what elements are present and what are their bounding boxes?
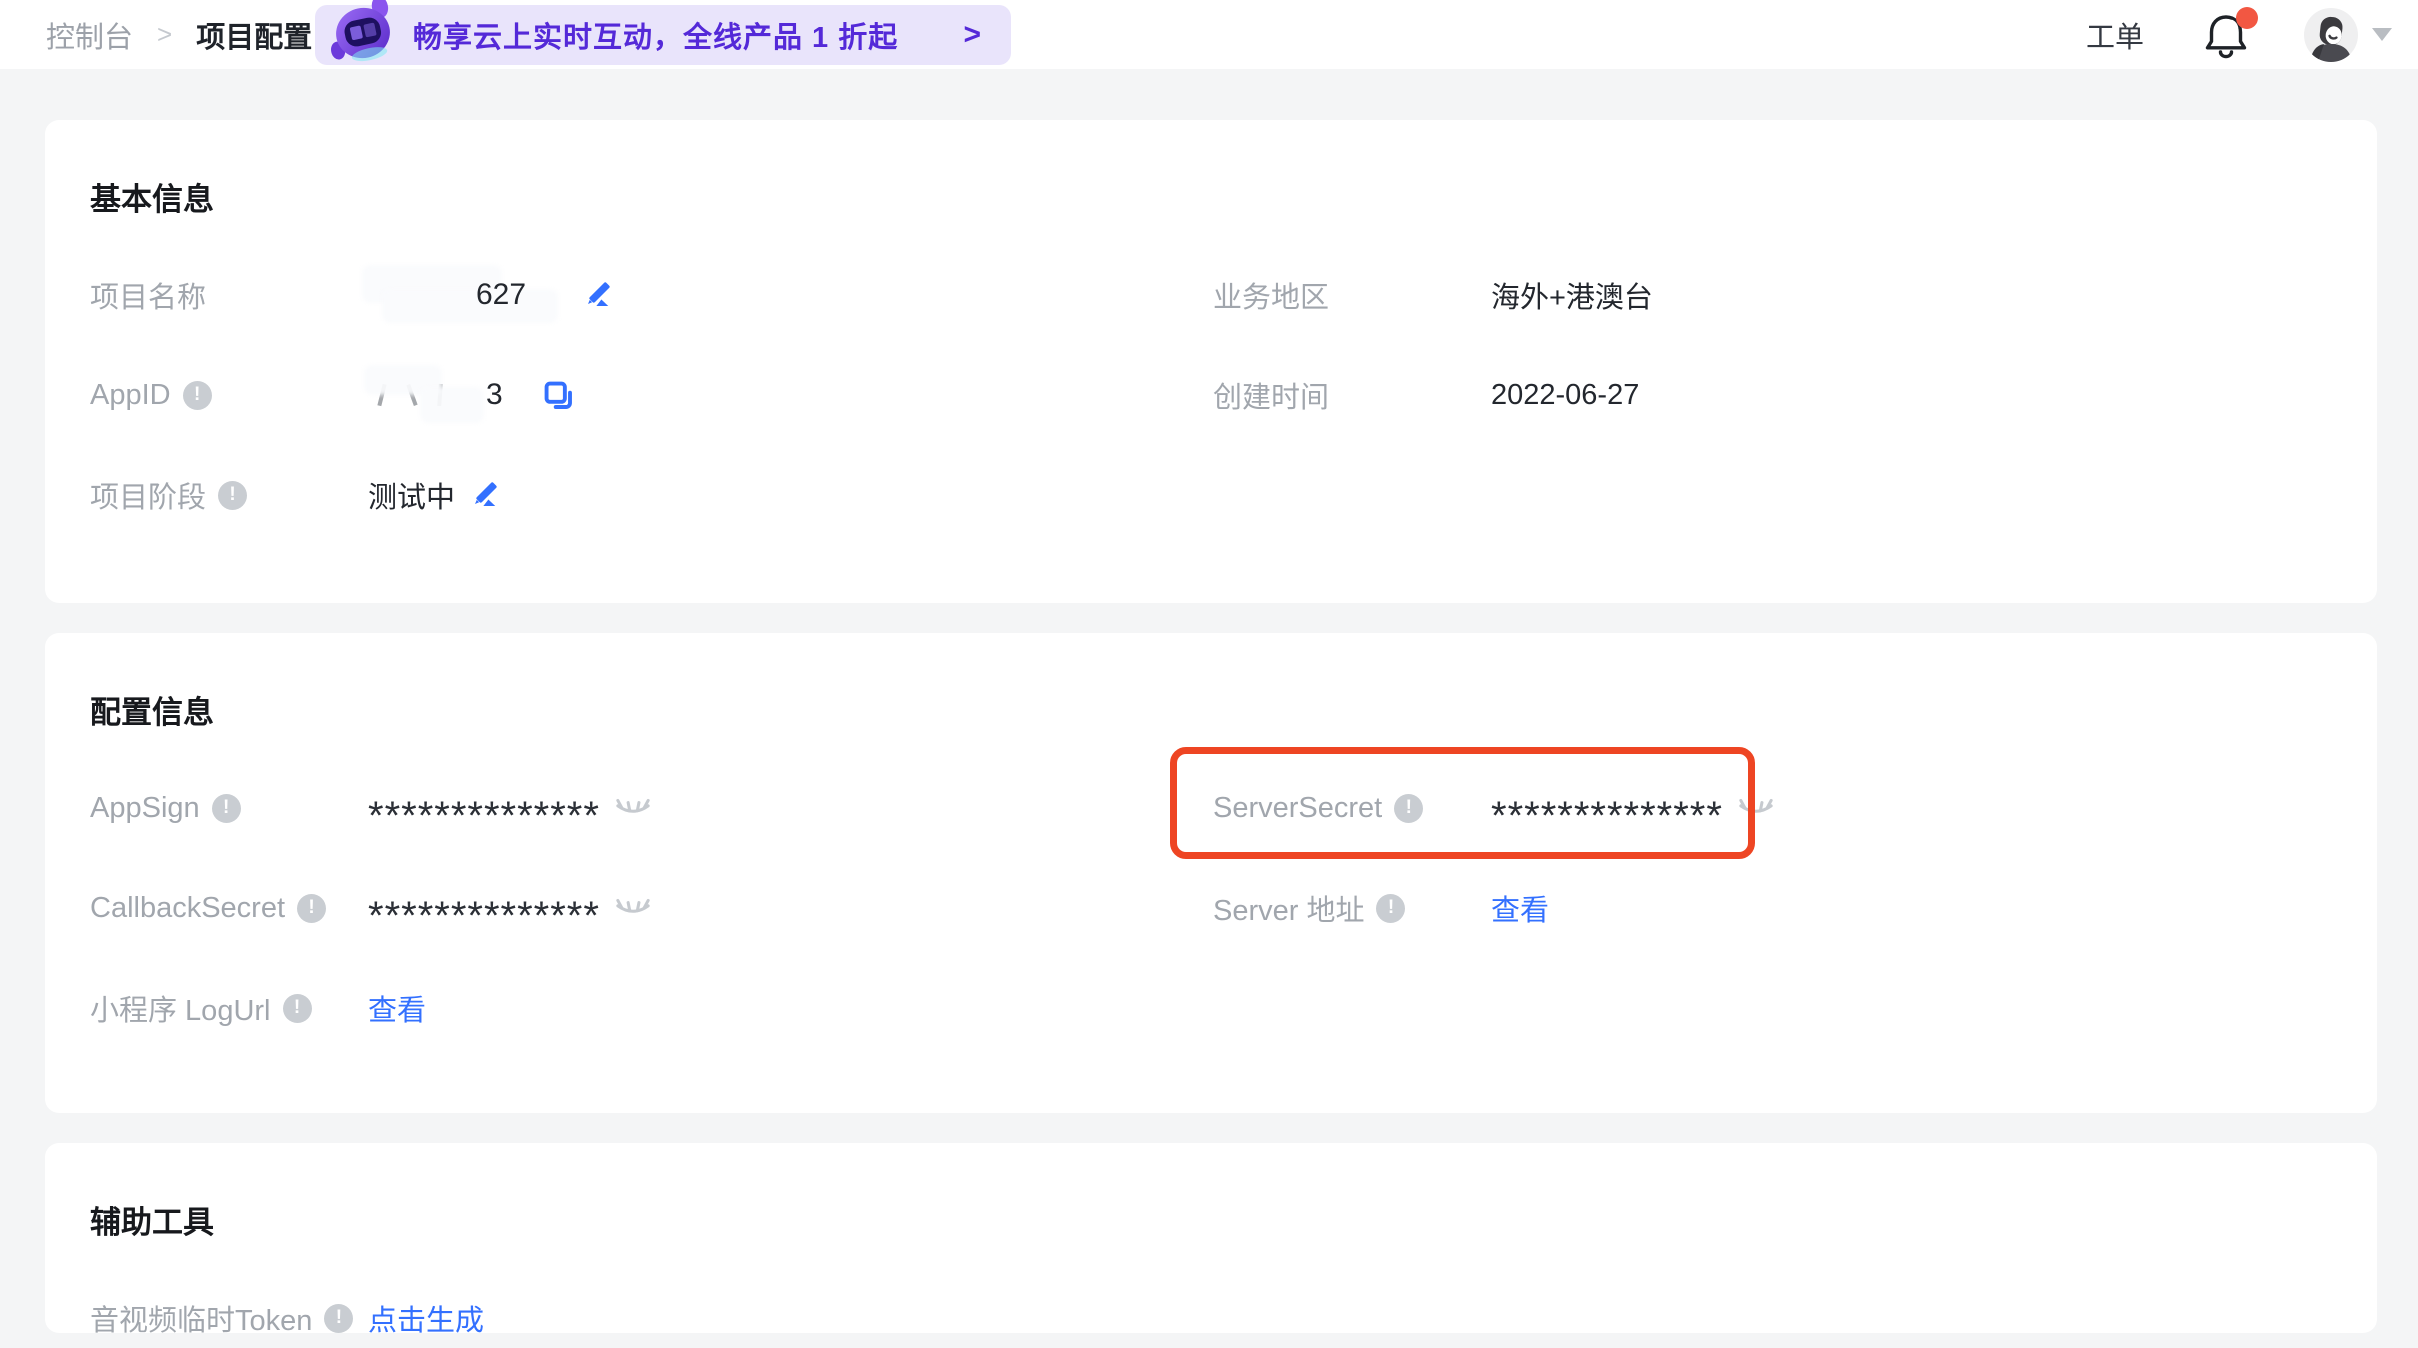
info-icon[interactable]: ! [1376, 894, 1405, 923]
server-secret-row: ServerSecret ! ************** [1213, 784, 2313, 832]
view-server-address-link[interactable]: 查看 [1491, 887, 1549, 929]
avatar-person-icon [2304, 8, 2358, 62]
eye-closed-icon[interactable] [614, 895, 652, 921]
region-value: 海外+港澳台 [1491, 274, 1653, 316]
callback-secret-row: CallbackSecret ! ************** [90, 884, 1190, 932]
server-address-row: Server 地址 ! 查看 [1213, 884, 2313, 932]
info-icon[interactable]: ! [1394, 794, 1423, 823]
topbar-right: 工单 [2086, 0, 2392, 69]
appid-visible-suffix: 3 [486, 371, 503, 419]
created-time-row: 创建时间 2022-06-27 [1213, 371, 2313, 419]
basic-info-card: 基本信息 项目名称 627 AppID ! [45, 120, 2377, 603]
info-icon[interactable]: ! [324, 1304, 353, 1333]
info-icon[interactable]: ! [212, 794, 241, 823]
breadcrumb: 控制台 > 项目配置 [46, 0, 312, 69]
appsign-masked-value: ************** [368, 794, 600, 839]
server-secret-label: ServerSecret [1213, 792, 1382, 825]
project-stage-row: 项目阶段 ! 测试中 [90, 471, 1190, 519]
created-time-value: 2022-06-27 [1491, 379, 1639, 412]
promo-banner[interactable]: 畅享云上实时互动，全线产品 1 折起 > [315, 5, 1011, 65]
topbar: 控制台 > 项目配置 [0, 0, 2418, 69]
breadcrumb-console[interactable]: 控制台 [46, 14, 133, 56]
eye-closed-icon[interactable] [614, 795, 652, 821]
eye-closed-icon[interactable] [1737, 795, 1775, 821]
avatar[interactable] [2304, 8, 2358, 62]
project-stage-value: 测试中 [368, 474, 455, 516]
breadcrumb-separator: > [157, 19, 172, 50]
project-config-page: 控制台 > 项目配置 [0, 0, 2418, 1348]
basic-info-title: 基本信息 [90, 178, 214, 222]
promo-banner-arrow[interactable]: > [963, 18, 981, 52]
project-name-visible-suffix: 627 [476, 271, 526, 319]
region-row: 业务地区 海外+港澳台 [1213, 271, 2313, 319]
notification-bell-button[interactable] [2202, 9, 2250, 61]
tools-title: 辅助工具 [90, 1201, 214, 1245]
temp-token-row: 音视频临时Token ! 点击生成 [90, 1294, 1190, 1342]
appid-value-redacted: 3 [368, 371, 528, 419]
created-time-label: 创建时间 [1213, 374, 1329, 416]
server-address-label: Server 地址 [1213, 887, 1364, 929]
callback-secret-label: CallbackSecret [90, 892, 285, 925]
breadcrumb-current-page: 项目配置 [196, 14, 312, 56]
tools-card: 辅助工具 音视频临时Token ! 点击生成 [45, 1143, 2377, 1333]
temp-token-label: 音视频临时Token [90, 1297, 312, 1339]
edit-pencil-icon[interactable] [582, 280, 612, 310]
mascot-icon [325, 0, 401, 65]
miniprogram-logurl-row: 小程序 LogUrl ! 查看 [90, 984, 1190, 1032]
notification-dot [2236, 7, 2258, 29]
region-label: 业务地区 [1213, 274, 1329, 316]
project-stage-label: 项目阶段 [90, 474, 206, 516]
appid-row: AppID ! 3 [90, 371, 1190, 419]
promo-banner-text: 畅享云上实时互动，全线产品 1 折起 [413, 14, 898, 56]
config-info-card: 配置信息 AppSign ! ************** Callbac [45, 633, 2377, 1113]
chevron-down-icon[interactable] [2372, 28, 2392, 41]
config-info-title: 配置信息 [90, 691, 214, 735]
info-icon[interactable]: ! [297, 894, 326, 923]
edit-pencil-icon[interactable] [469, 480, 499, 510]
generate-token-link[interactable]: 点击生成 [368, 1297, 484, 1339]
view-miniprogram-logurl-link[interactable]: 查看 [368, 987, 426, 1029]
server-secret-masked-value: ************** [1491, 794, 1723, 839]
info-icon[interactable]: ! [183, 381, 212, 410]
ticket-link[interactable]: 工单 [2086, 14, 2144, 56]
callback-secret-masked-value: ************** [368, 894, 600, 939]
appsign-label: AppSign [90, 792, 200, 825]
miniprogram-logurl-label: 小程序 LogUrl [90, 987, 271, 1029]
copy-icon[interactable] [542, 379, 574, 411]
project-name-value-redacted: 627 [368, 271, 568, 319]
info-icon[interactable]: ! [218, 481, 247, 510]
project-name-label: 项目名称 [90, 274, 206, 316]
appid-label: AppID [90, 379, 171, 412]
appsign-row: AppSign ! ************** [90, 784, 1190, 832]
info-icon[interactable]: ! [283, 994, 312, 1023]
project-name-row: 项目名称 627 [90, 271, 1190, 319]
